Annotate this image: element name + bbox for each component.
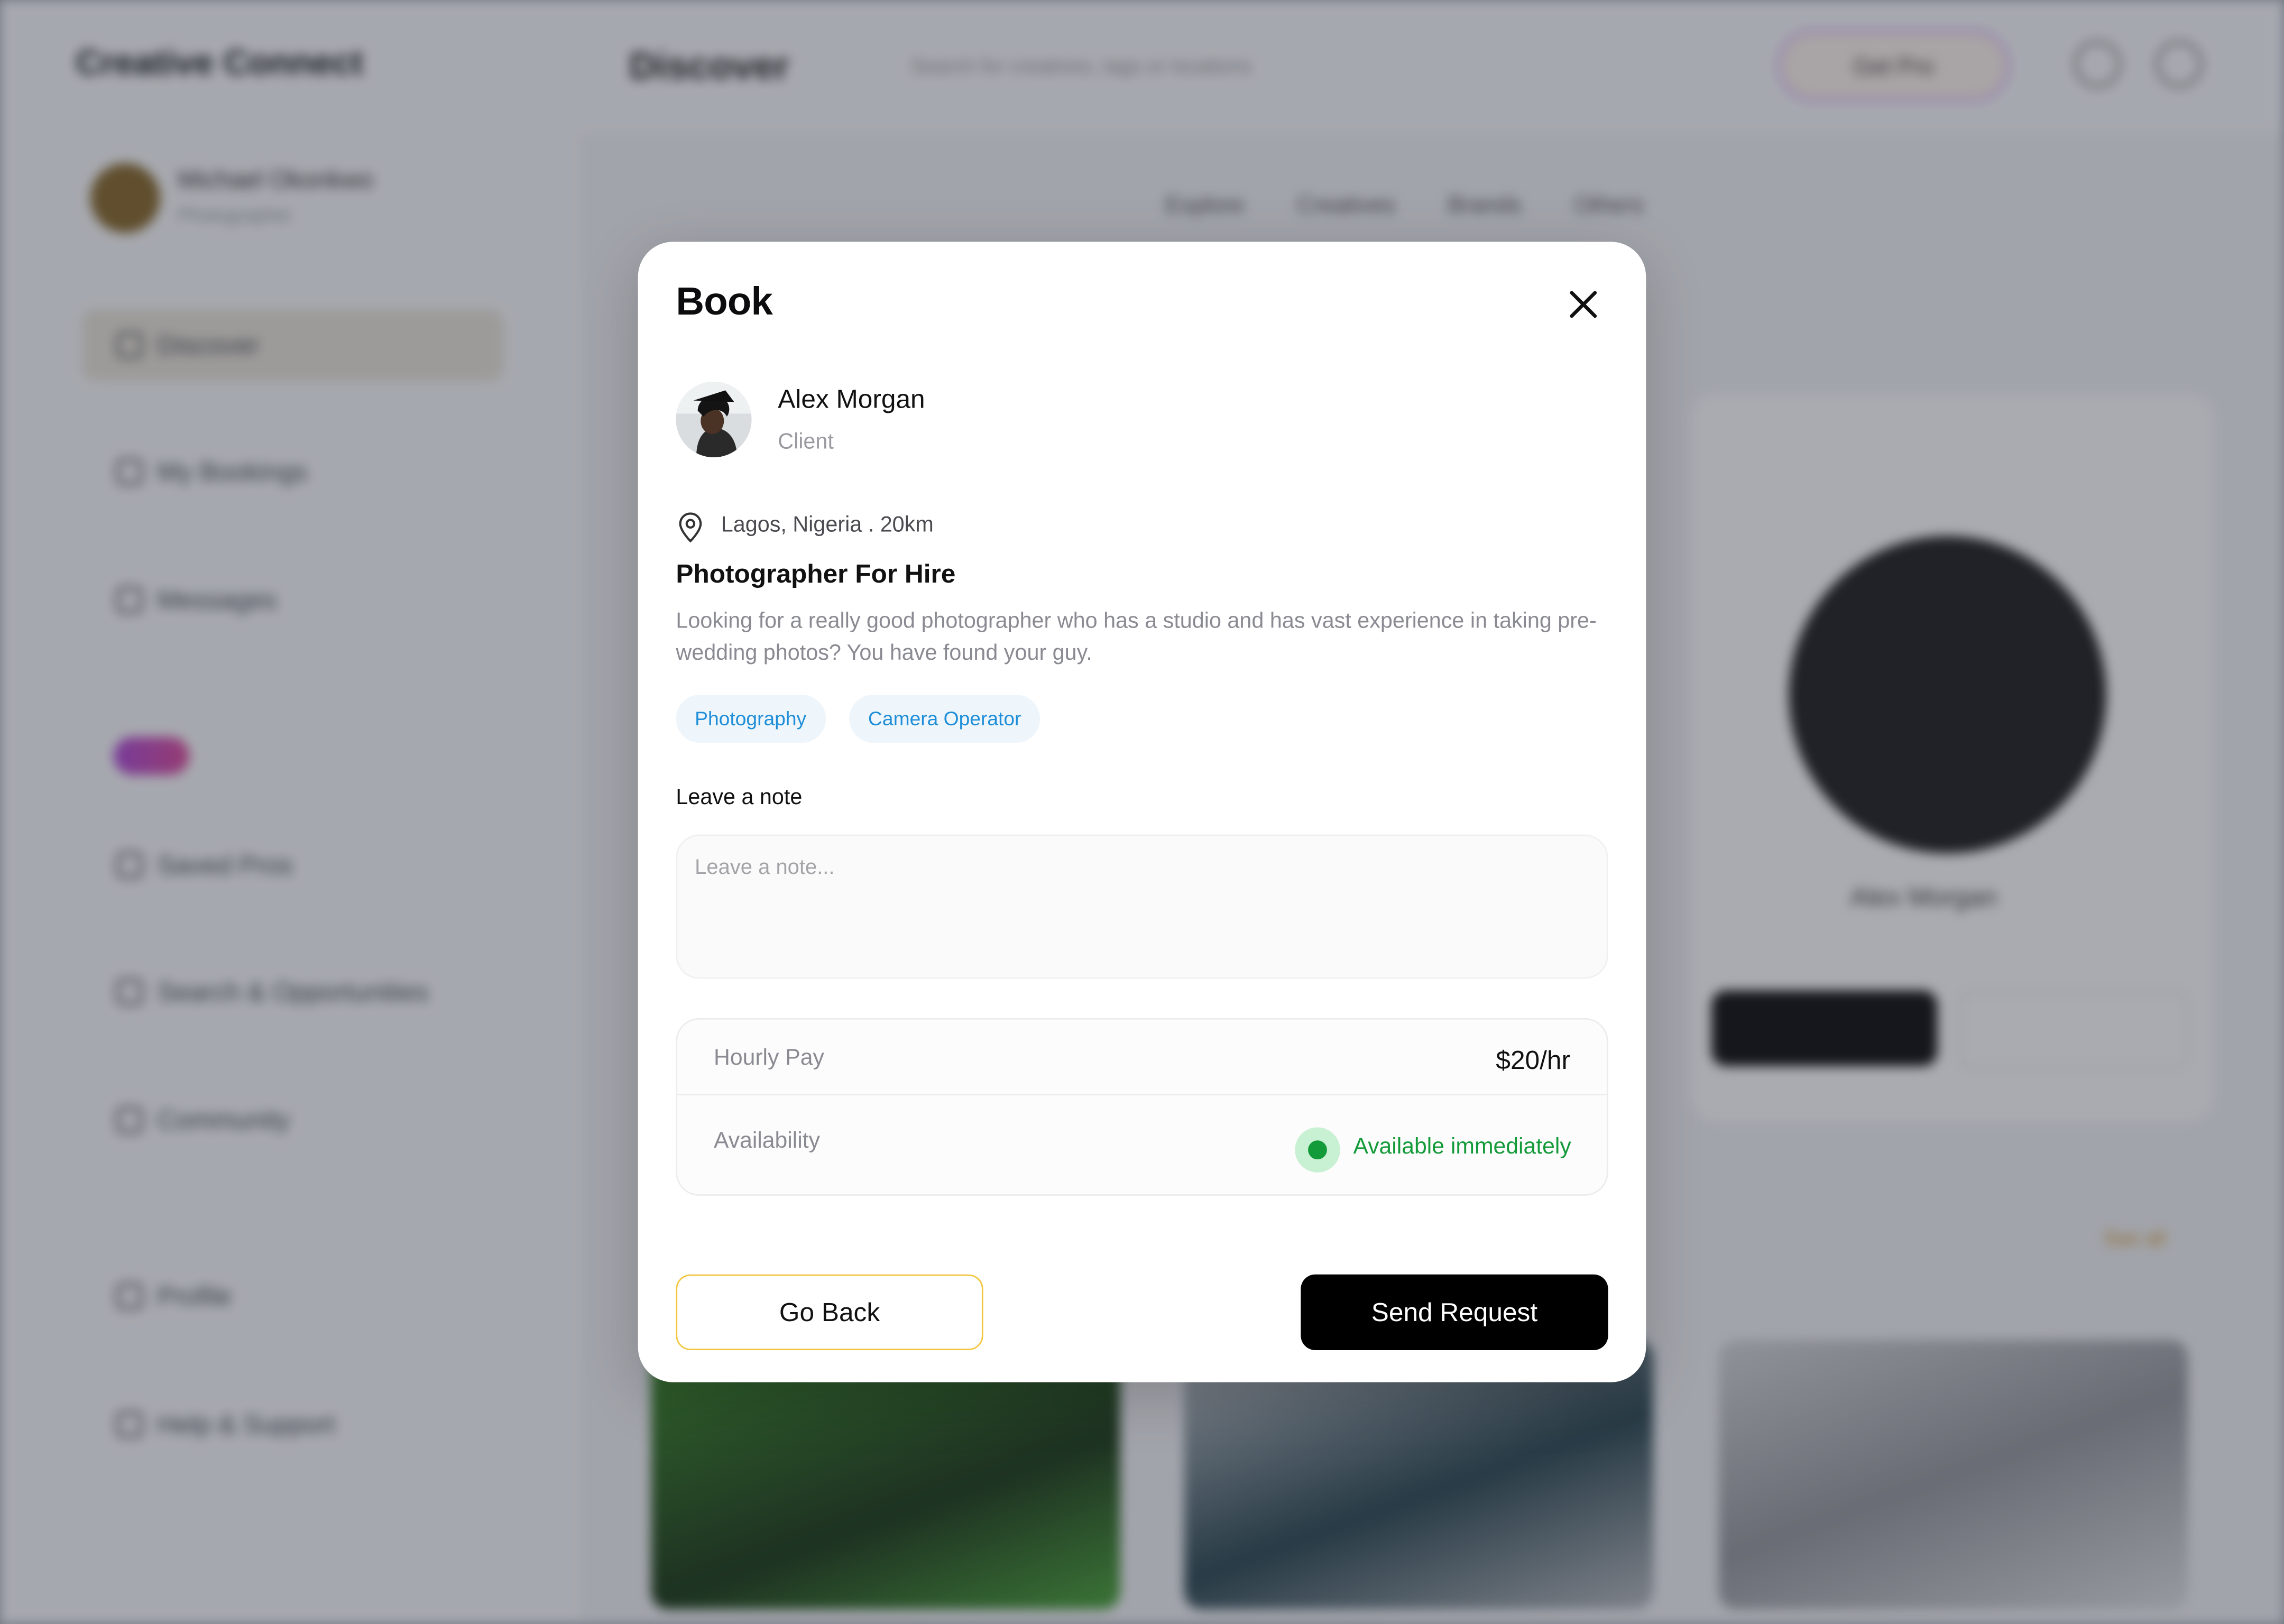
book-modal: Book Alex Morgan Client Lagos, Nigeria .… <box>638 242 1646 1382</box>
avatar <box>676 381 752 458</box>
status-dot-icon <box>1295 1127 1340 1173</box>
hourly-pay-value: $20/hr <box>1496 1046 1570 1075</box>
send-request-button[interactable]: Send Request <box>1301 1274 1608 1350</box>
booking-details: Hourly Pay $20/hr Availability Available… <box>676 1018 1608 1196</box>
availability-status: Available immediately <box>1353 1134 1571 1160</box>
tag-photography[interactable]: Photography <box>676 695 825 743</box>
availability-label: Availability <box>713 1129 820 1154</box>
status-dot <box>1308 1140 1327 1160</box>
note-input[interactable] <box>676 834 1608 979</box>
divider <box>677 1094 1607 1095</box>
close-icon[interactable] <box>1561 282 1605 326</box>
location-pin-icon <box>679 512 702 543</box>
hourly-pay-label: Hourly Pay <box>713 1046 824 1071</box>
note-label: Leave a note <box>676 785 803 810</box>
location-text: Lagos, Nigeria . 20km <box>721 512 934 538</box>
job-title: Photographer For Hire <box>676 559 956 589</box>
client-name: Alex Morgan <box>778 384 925 414</box>
client-role: Client <box>778 429 834 455</box>
modal-title: Book <box>676 279 773 324</box>
go-back-button[interactable]: Go Back <box>676 1274 983 1350</box>
job-description: Looking for a really good photographer w… <box>676 608 1597 666</box>
tag-camera-operator[interactable]: Camera Operator <box>849 695 1040 743</box>
